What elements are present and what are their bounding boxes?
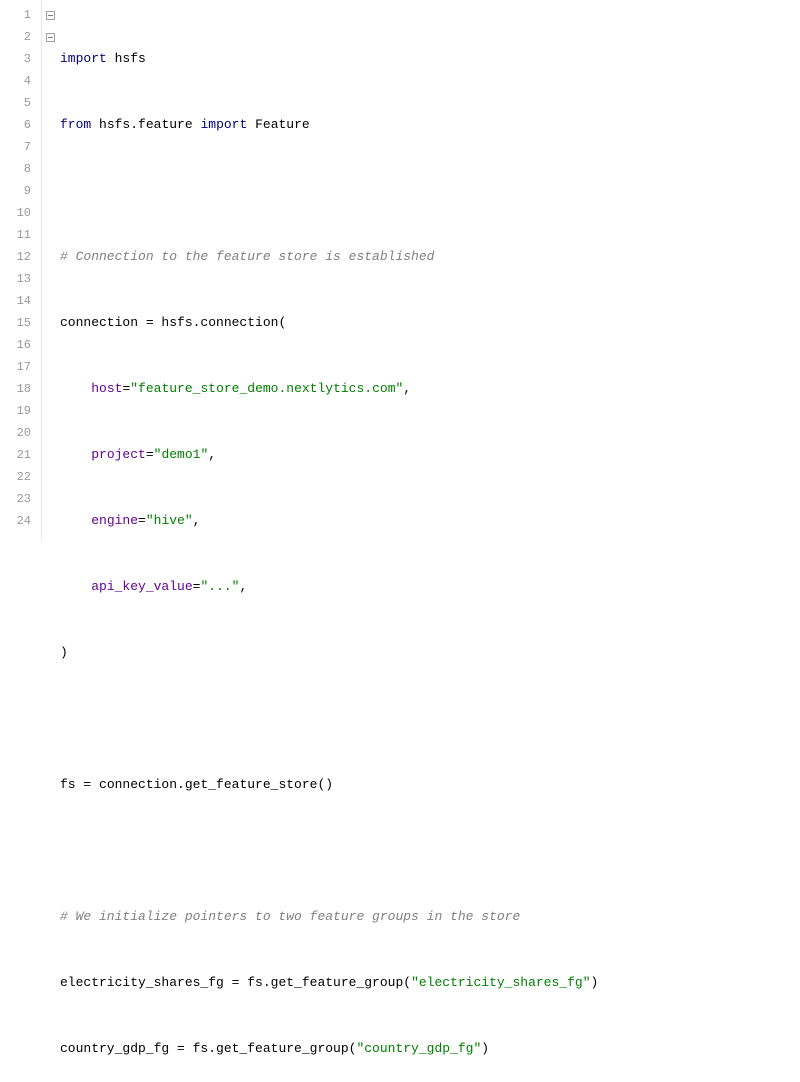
- code-line: host="feature_store_demo.nextlytics.com"…: [60, 378, 800, 400]
- kwarg: host: [91, 381, 122, 396]
- code-line: # We initialize pointers to two feature …: [60, 906, 800, 928]
- code-line: electricity_shares_fg = fs.get_feature_g…: [60, 972, 800, 994]
- punct: ,: [208, 447, 216, 462]
- line-number: 11: [0, 224, 31, 246]
- identifier: hsfs.feature: [99, 117, 193, 132]
- string: "electricity_shares_fg": [411, 975, 590, 990]
- punct: ,: [193, 513, 201, 528]
- code-line: ): [60, 642, 800, 664]
- code-line: [60, 708, 800, 730]
- line-number: 14: [0, 290, 31, 312]
- line-number: 21: [0, 444, 31, 466]
- operator: =: [138, 315, 161, 330]
- string: "demo1": [154, 447, 209, 462]
- identifier: electricity_shares_fg: [60, 975, 224, 990]
- identifier: hsfs: [115, 51, 146, 66]
- line-number: 24: [0, 510, 31, 532]
- line-number: 10: [0, 202, 31, 224]
- kwarg: api_key_value: [91, 579, 192, 594]
- keyword: import: [60, 51, 107, 66]
- line-number: 6: [0, 114, 31, 136]
- code-line: [60, 180, 800, 202]
- operator: =: [146, 447, 154, 462]
- code-line: import hsfs: [60, 48, 800, 70]
- line-number: 15: [0, 312, 31, 334]
- comment: # We initialize pointers to two feature …: [60, 909, 520, 924]
- code-area[interactable]: import hsfs from hsfs.feature import Fea…: [56, 0, 800, 541]
- keyword: import: [200, 117, 247, 132]
- line-number: 1: [0, 4, 31, 26]
- fold-column: [42, 0, 56, 541]
- line-number: 19: [0, 400, 31, 422]
- code-line: [60, 840, 800, 862]
- comment: # Connection to the feature store is est…: [60, 249, 434, 264]
- line-number: 4: [0, 70, 31, 92]
- line-number: 3: [0, 48, 31, 70]
- code-line: engine="hive",: [60, 510, 800, 532]
- string: "hive": [146, 513, 193, 528]
- operator: =: [76, 777, 99, 792]
- code-line: api_key_value="...",: [60, 576, 800, 598]
- line-number: 18: [0, 378, 31, 400]
- keyword: from: [60, 117, 91, 132]
- line-number: 22: [0, 466, 31, 488]
- code-line: fs = connection.get_feature_store(): [60, 774, 800, 796]
- line-number: 13: [0, 268, 31, 290]
- fold-minus-icon[interactable]: [46, 33, 55, 42]
- line-number: 8: [0, 158, 31, 180]
- line-number: 7: [0, 136, 31, 158]
- call: fs.get_feature_group(: [193, 1041, 357, 1056]
- line-number: 20: [0, 422, 31, 444]
- code-line: connection = hsfs.connection(: [60, 312, 800, 334]
- string: "...": [200, 579, 239, 594]
- code-line: # Connection to the feature store is est…: [60, 246, 800, 268]
- line-number: 23: [0, 488, 31, 510]
- operator: =: [193, 579, 201, 594]
- code-line: from hsfs.feature import Feature: [60, 114, 800, 136]
- call: connection.get_feature_store(): [99, 777, 333, 792]
- line-number: 17: [0, 356, 31, 378]
- identifier: Feature: [255, 117, 310, 132]
- fold-minus-icon[interactable]: [46, 11, 55, 20]
- kwarg: engine: [91, 513, 138, 528]
- line-number: 16: [0, 334, 31, 356]
- code-line: project="demo1",: [60, 444, 800, 466]
- call: fs.get_feature_group(: [247, 975, 411, 990]
- operator: =: [169, 1041, 192, 1056]
- identifier: country_gdp_fg: [60, 1041, 169, 1056]
- line-number: 12: [0, 246, 31, 268]
- punct: ): [60, 645, 68, 660]
- operator: =: [138, 513, 146, 528]
- call: hsfs.connection(: [161, 315, 286, 330]
- operator: =: [224, 975, 247, 990]
- string: "country_gdp_fg": [356, 1041, 481, 1056]
- punct: ,: [239, 579, 247, 594]
- line-number: 2: [0, 26, 31, 48]
- line-number-gutter: 1 2 3 4 5 6 7 8 9 10 11 12 13 14 15 16 1…: [0, 0, 42, 541]
- string: "feature_store_demo.nextlytics.com": [130, 381, 403, 396]
- identifier: fs: [60, 777, 76, 792]
- punct: ): [591, 975, 599, 990]
- code-line: country_gdp_fg = fs.get_feature_group("c…: [60, 1038, 800, 1060]
- line-number: 9: [0, 180, 31, 202]
- kwarg: project: [91, 447, 146, 462]
- punct: ,: [403, 381, 411, 396]
- code-editor: 1 2 3 4 5 6 7 8 9 10 11 12 13 14 15 16 1…: [0, 0, 800, 541]
- identifier: connection: [60, 315, 138, 330]
- line-number: 5: [0, 92, 31, 114]
- punct: ): [481, 1041, 489, 1056]
